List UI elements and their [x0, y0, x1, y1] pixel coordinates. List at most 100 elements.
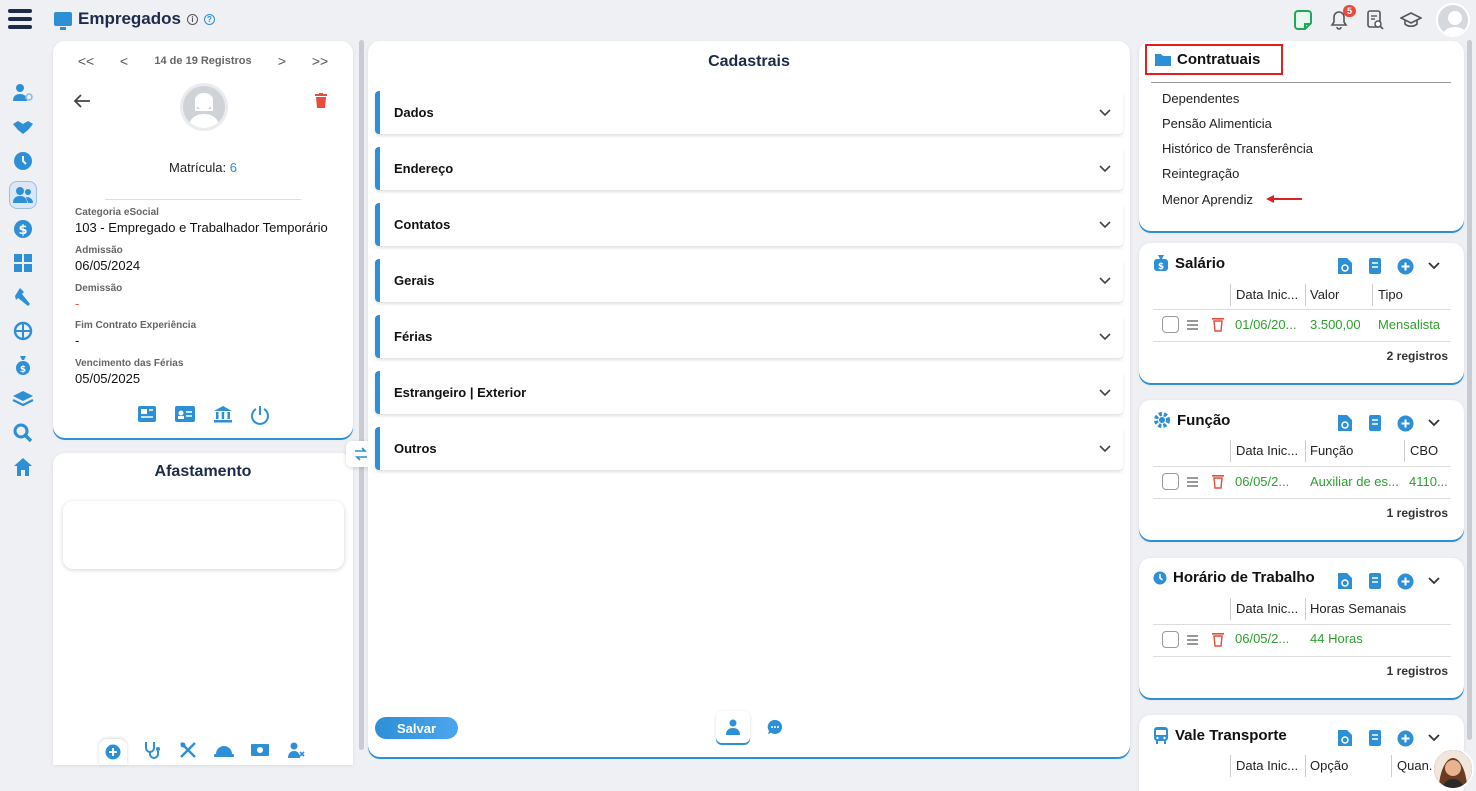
plus-circle-icon[interactable] — [1397, 258, 1414, 275]
chevron-down-icon[interactable] — [1428, 419, 1440, 427]
chevron-down-icon[interactable] — [1428, 577, 1440, 585]
row-menu-icon[interactable] — [1187, 320, 1198, 332]
plus-circle-icon[interactable] — [1397, 573, 1414, 590]
sidebar-item-clock[interactable] — [0, 144, 46, 178]
column-header[interactable]: Data Inic... — [1236, 601, 1304, 616]
delete-employee-icon[interactable] — [315, 93, 327, 111]
plus-circle-icon[interactable] — [1397, 415, 1414, 432]
bell-icon[interactable]: 5 — [1328, 5, 1356, 31]
accordion-estrangeiro[interactable]: Estrangeiro | Exterior — [375, 371, 1123, 414]
pager-prev-button[interactable]: < — [105, 53, 143, 69]
link-dependentes[interactable]: Dependentes — [1162, 91, 1239, 106]
add-afastamento-button[interactable] — [99, 739, 127, 765]
cell-data-inicio: 06/05/2... — [1235, 631, 1290, 646]
sidebar-item-layers[interactable] — [0, 382, 46, 416]
doc-search-icon[interactable] — [1337, 414, 1353, 432]
chevron-down-icon[interactable] — [1428, 734, 1440, 742]
sidebar-item-home[interactable] — [0, 450, 46, 484]
sidebar-item-user-settings[interactable] — [0, 76, 46, 110]
document-search-icon[interactable] — [1364, 9, 1386, 31]
id-card-icon[interactable] — [174, 405, 196, 423]
column-header[interactable]: Valor — [1310, 287, 1370, 302]
svg-text:$: $ — [1158, 262, 1164, 272]
row-checkbox[interactable] — [1162, 316, 1179, 333]
right-scrollbar[interactable] — [1467, 40, 1472, 740]
sidebar-item-handshake[interactable] — [0, 110, 46, 144]
link-menor-aprendiz[interactable]: Menor Aprendiz — [1162, 192, 1253, 207]
accordion-endereco[interactable]: Endereço — [375, 147, 1123, 190]
stethoscope-icon[interactable] — [141, 739, 163, 761]
link-reintegracao[interactable]: Reintegração — [1162, 166, 1239, 181]
column-header[interactable]: Data Inic... — [1236, 443, 1304, 458]
column-header[interactable]: CBO — [1410, 443, 1450, 458]
doc-search-icon[interactable] — [1337, 257, 1353, 275]
accordion-dados[interactable]: Dados — [375, 91, 1123, 134]
person-view-button[interactable] — [716, 711, 750, 743]
back-arrow-icon[interactable] — [73, 93, 91, 114]
monitor-icon — [54, 12, 72, 30]
chevron-down-icon — [1099, 388, 1111, 396]
scroll-doc-icon[interactable] — [1367, 572, 1383, 590]
chat-view-button[interactable] — [758, 711, 792, 743]
trash-icon[interactable] — [1212, 317, 1224, 332]
accordion-contatos[interactable]: Contatos — [375, 203, 1123, 246]
user-remove-icon[interactable] — [285, 739, 307, 761]
pager-next-button[interactable]: > — [263, 53, 301, 69]
save-button[interactable]: Salvar — [375, 717, 458, 739]
home-icon — [14, 458, 32, 476]
field-value: 06/05/2024 — [75, 258, 141, 273]
help-icon[interactable]: ? — [203, 13, 215, 25]
column-header[interactable]: Data Inic... — [1236, 758, 1304, 773]
sidebar-item-search[interactable] — [0, 416, 46, 450]
accordion-gerais[interactable]: Gerais — [375, 259, 1123, 302]
network-icon — [13, 321, 33, 341]
bank-icon[interactable] — [213, 405, 233, 423]
support-avatar[interactable] — [1432, 748, 1474, 790]
row-menu-icon[interactable] — [1187, 477, 1198, 489]
column-header[interactable]: Horas Semanais — [1310, 601, 1450, 616]
doc-search-icon[interactable] — [1337, 729, 1353, 747]
tools-cross-icon[interactable] — [177, 739, 199, 761]
scroll-doc-icon[interactable] — [1367, 257, 1383, 275]
employee-photo[interactable] — [180, 83, 228, 131]
sidebar-item-users[interactable] — [0, 178, 46, 212]
link-pensao[interactable]: Pensão Alimenticia — [1162, 116, 1272, 131]
hamburger-menu-icon[interactable] — [8, 9, 32, 31]
info-icon[interactable]: i — [186, 13, 198, 25]
trash-icon[interactable] — [1212, 474, 1224, 489]
column-header[interactable]: Opção — [1310, 758, 1390, 773]
scroll-doc-icon[interactable] — [1367, 414, 1383, 432]
accordion-ferias[interactable]: Férias — [375, 315, 1123, 358]
plus-circle-icon[interactable] — [1397, 730, 1414, 747]
sidebar-item-calculator[interactable] — [0, 246, 46, 280]
left-scrollbar[interactable] — [359, 40, 364, 750]
sidebar-item-dollar[interactable]: $ — [0, 212, 46, 246]
cell-valor: 3.500,00 — [1310, 317, 1361, 332]
user-avatar[interactable] — [1436, 3, 1470, 37]
row-checkbox[interactable] — [1162, 473, 1179, 490]
helmet-icon[interactable] — [213, 739, 235, 761]
graduation-cap-icon[interactable] — [1400, 9, 1422, 31]
sidebar-item-money-bag[interactable]: $ — [0, 348, 46, 382]
row-menu-icon[interactable] — [1187, 635, 1198, 647]
accordion-label: Estrangeiro | Exterior — [394, 385, 527, 400]
pager-last-button[interactable]: >> — [301, 53, 339, 69]
pager-first-button[interactable]: << — [67, 53, 105, 69]
chevron-down-icon[interactable] — [1428, 262, 1440, 270]
trash-icon[interactable] — [1212, 632, 1224, 647]
column-header[interactable]: Data Inic... — [1236, 287, 1304, 302]
note-icon[interactable] — [1292, 9, 1314, 31]
newspaper-icon[interactable] — [137, 405, 157, 423]
doc-search-icon[interactable] — [1337, 572, 1353, 590]
column-header[interactable]: Função — [1310, 443, 1400, 458]
money-icon[interactable] — [249, 739, 271, 761]
column-header[interactable]: Tipo — [1378, 287, 1448, 302]
sidebar-item-network[interactable] — [0, 314, 46, 348]
power-icon[interactable] — [250, 405, 270, 425]
accordion-outros[interactable]: Outros — [375, 427, 1123, 470]
link-historico[interactable]: Histórico de Transferência — [1162, 141, 1313, 156]
row-checkbox[interactable] — [1162, 631, 1179, 648]
scroll-doc-icon[interactable] — [1367, 729, 1383, 747]
sidebar-item-tools[interactable] — [0, 280, 46, 314]
cell-horas-semanais: 44 Horas — [1310, 631, 1363, 646]
